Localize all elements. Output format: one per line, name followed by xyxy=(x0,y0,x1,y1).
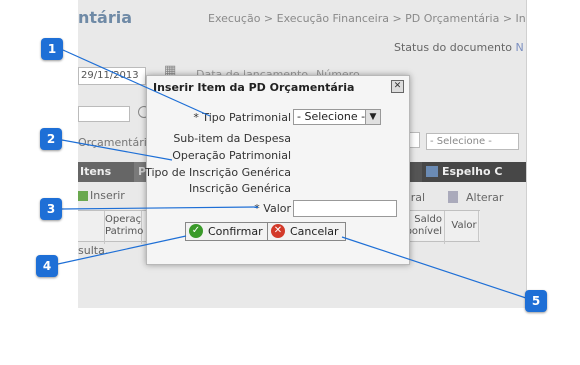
callout-line-1 xyxy=(62,49,211,117)
callout-2: 2 xyxy=(40,128,62,150)
callout-line-4 xyxy=(57,235,187,265)
callout-line-5 xyxy=(341,236,527,299)
callout-4: 4 xyxy=(36,255,58,277)
callout-5: 5 xyxy=(525,290,547,312)
callout-line-2 xyxy=(61,139,173,161)
callout-lines xyxy=(57,49,527,299)
callout-3: 3 xyxy=(40,198,62,220)
callout-line-3 xyxy=(61,206,259,210)
callout-1: 1 xyxy=(41,38,63,60)
